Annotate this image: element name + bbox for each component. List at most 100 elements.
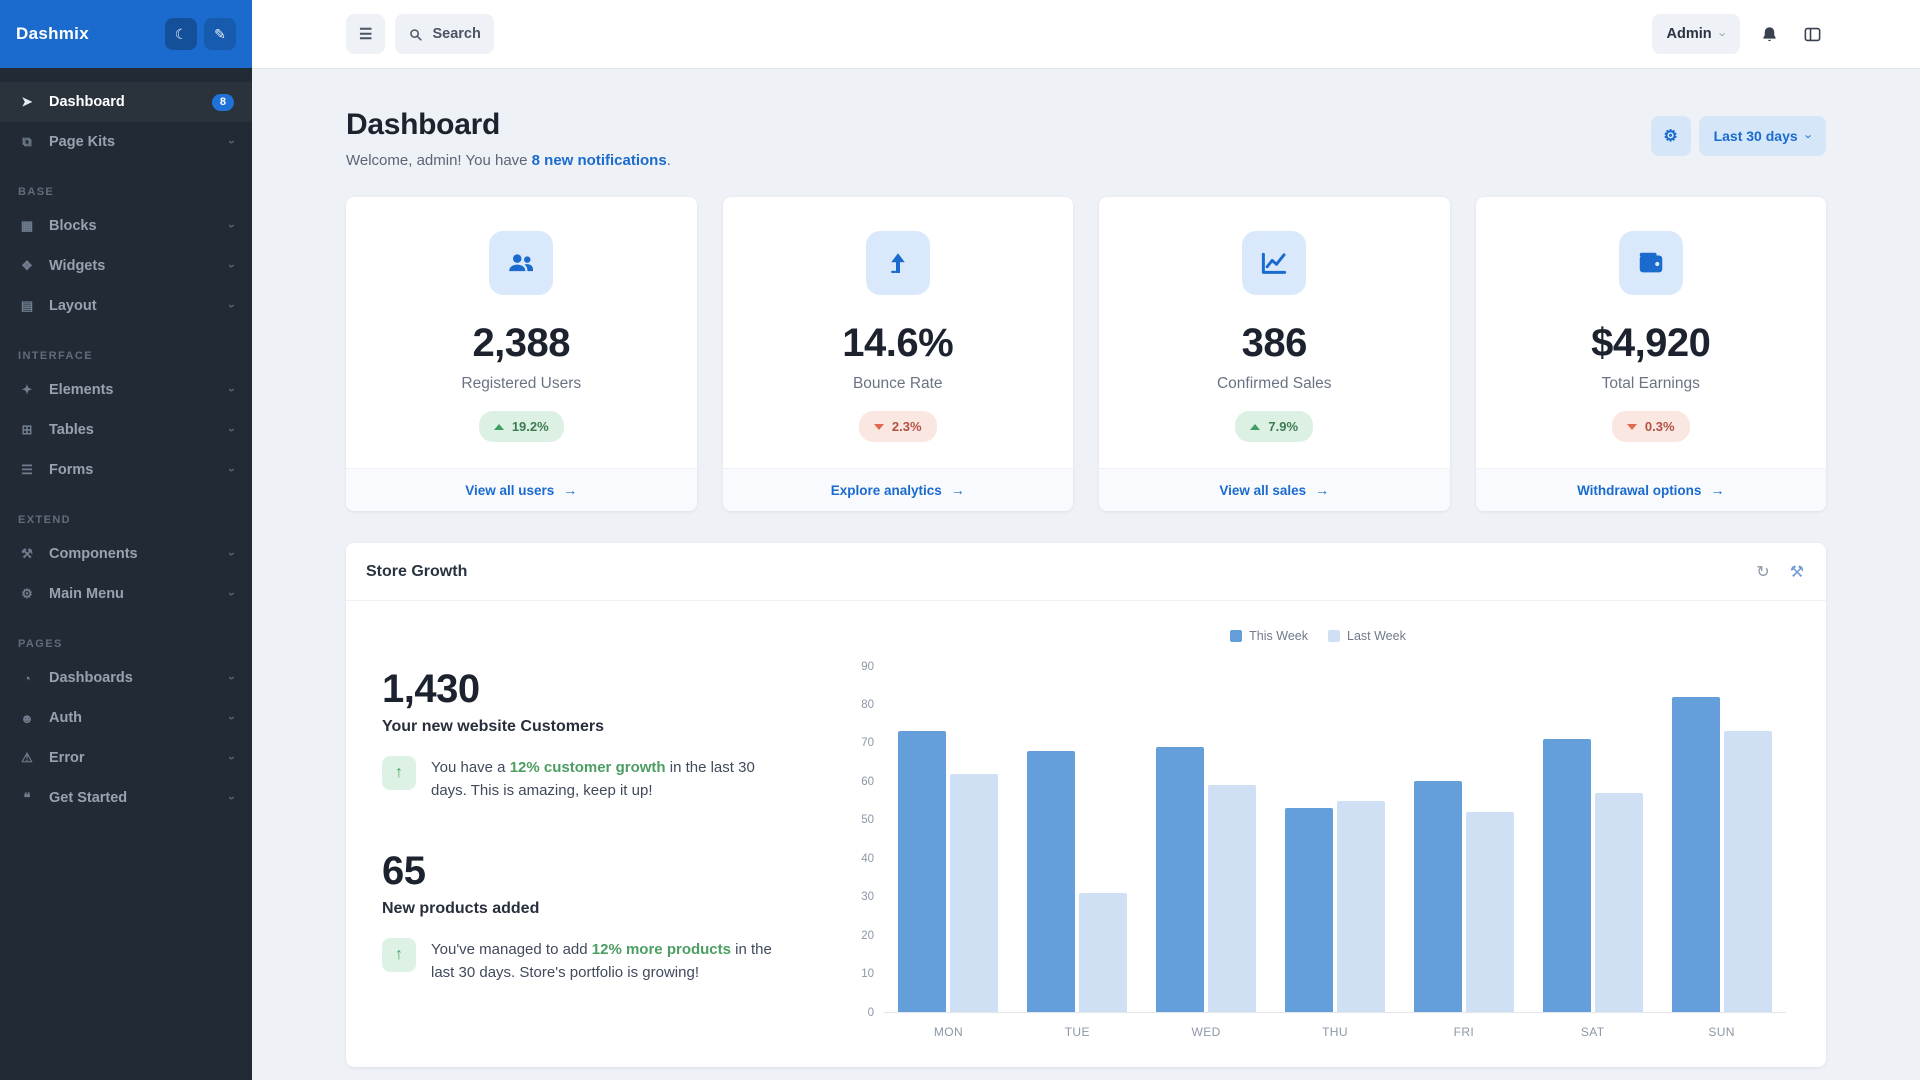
stat-card-body: 2,388 Registered Users 19.2% — [346, 197, 697, 468]
sidebar-item-dashboards[interactable]: ◔ Dashboards › — [0, 658, 252, 698]
sidebar-item-label: Dashboard — [49, 94, 125, 110]
trend-value: 7.9% — [1268, 419, 1298, 434]
list-icon: ☰ — [18, 462, 36, 478]
explore-analytics-link[interactable]: Explore analytics → — [723, 468, 1074, 511]
sidebar-section-extend: EXTEND — [0, 490, 252, 534]
bar-this-week — [1156, 747, 1204, 1012]
y-tick-label: 70 — [861, 738, 874, 750]
stat-value: 2,388 — [366, 321, 677, 366]
store-growth-header: Store Growth ↻ ⚒ — [346, 543, 1826, 601]
sidebar-item-label: Get Started — [49, 790, 127, 806]
brand-logo[interactable]: Dashmix — [16, 24, 89, 44]
legend-item-this-week[interactable]: This Week — [1230, 629, 1308, 643]
sidebar-item-get-started[interactable]: ❝ Get Started › — [0, 778, 252, 818]
sidebar-item-auth[interactable]: ☻ Auth › — [0, 698, 252, 738]
side-panel-icon — [1803, 25, 1822, 44]
sidebar-nav: ➤ Dashboard 8 ⧉ Page Kits › BASE ▦ Block… — [0, 68, 252, 818]
y-tick-label: 40 — [861, 854, 874, 866]
products-value: 65 — [382, 849, 794, 894]
menu-toggle-button[interactable]: ☰ — [346, 14, 385, 54]
sidebar-item-blocks[interactable]: ▦ Blocks › — [0, 206, 252, 246]
y-tick-label: 10 — [861, 969, 874, 981]
copy-icon: ⧉ — [18, 134, 36, 150]
bar-this-week — [898, 731, 946, 1012]
trend-badge: 7.9% — [1235, 411, 1313, 442]
sidebar-item-widgets[interactable]: ❖ Widgets › — [0, 246, 252, 286]
arrow-up-icon: ↑ — [382, 938, 416, 972]
legend-item-last-week[interactable]: Last Week — [1328, 629, 1406, 643]
bar-last-week — [1595, 793, 1643, 1012]
refresh-button[interactable]: ↻ — [1754, 560, 1771, 584]
side-panel-toggle-button[interactable] — [1799, 21, 1826, 48]
legend-swatch — [1328, 630, 1340, 642]
bar-last-week — [1724, 731, 1772, 1012]
sidebar-item-forms[interactable]: ☰ Forms › — [0, 450, 252, 490]
table-icon: ⊞ — [18, 422, 36, 438]
stat-link-label: Withdrawal options — [1577, 483, 1701, 498]
stat-link-label: Explore analytics — [831, 483, 942, 498]
sidebar-item-error[interactable]: ⚠ Error › — [0, 738, 252, 778]
sidebar-item-layout[interactable]: ▤ Layout › — [0, 286, 252, 326]
sidebar-item-tables[interactable]: ⊞ Tables › — [0, 410, 252, 450]
products-block: 65 New products added ↑ You've managed t… — [382, 849, 794, 985]
trend-value: 0.3% — [1645, 419, 1675, 434]
page-header: Dashboard Welcome, admin! You have 8 new… — [346, 108, 1826, 169]
stat-label: Confirmed Sales — [1119, 375, 1430, 393]
new-notifications-link[interactable]: 8 new notifications — [532, 152, 667, 169]
withdrawal-options-link[interactable]: Withdrawal options → — [1476, 468, 1827, 511]
gear-icon: ⚙ — [18, 586, 36, 602]
bar-this-week — [1672, 697, 1720, 1012]
sidebar-item-elements[interactable]: ✦ Elements › — [0, 370, 252, 410]
widgets-icon: ❖ — [18, 258, 36, 274]
gear-icon: ⚙ — [1663, 126, 1677, 146]
sidebar-item-main-menu[interactable]: ⚙ Main Menu › — [0, 574, 252, 614]
stat-link-label: View all users — [465, 483, 554, 498]
search-button[interactable]: Search — [395, 14, 493, 54]
dashboard-settings-button[interactable]: ⚙ — [1651, 116, 1691, 156]
page-subtitle: Welcome, admin! You have 8 new notificat… — [346, 152, 671, 169]
y-tick-label: 90 — [861, 662, 874, 674]
bar-this-week — [1027, 751, 1075, 1012]
sidebar: Dashmix ☾ ✎ ➤ Dashboard 8 ⧉ Page Kits › … — [0, 0, 252, 1080]
view-all-sales-link[interactable]: View all sales → — [1099, 468, 1450, 511]
date-range-button[interactable]: Last 30 days › — [1699, 116, 1826, 156]
sidebar-item-dashboard[interactable]: ➤ Dashboard 8 — [0, 82, 252, 122]
sidebar-item-label: Forms — [49, 462, 93, 478]
bar-group — [1271, 801, 1400, 1012]
stat-card-body: 14.6% Bounce Rate 2.3% — [723, 197, 1074, 468]
sidebar-item-label: Page Kits — [49, 134, 115, 150]
products-note: ↑ You've managed to add 12% more product… — [382, 938, 794, 985]
y-tick-label: 60 — [861, 777, 874, 789]
y-tick-label: 80 — [861, 700, 874, 712]
chevron-down-icon: › — [225, 676, 239, 680]
user-menu-button[interactable]: Admin › — [1652, 14, 1740, 54]
sidebar-item-label: Error — [49, 750, 84, 766]
options-wrench-button[interactable]: ⚒ — [1788, 560, 1806, 584]
sidebar-section-pages: PAGES — [0, 614, 252, 658]
gauge-icon: ◔ — [18, 671, 36, 686]
store-growth-card: Store Growth ↻ ⚒ 1,430 Your new website … — [346, 543, 1826, 1067]
view-all-users-link[interactable]: View all users → — [346, 468, 697, 511]
main-area: ☰ Search Admin › — [252, 0, 1920, 1080]
sidebar-item-components[interactable]: ⚒ Components › — [0, 534, 252, 574]
chevron-down-icon: › — [225, 388, 239, 392]
stat-label: Bounce Rate — [743, 375, 1054, 393]
chevron-down-icon: › — [225, 796, 239, 800]
warning-icon: ⚠ — [18, 750, 36, 766]
moon-icon: ☾ — [175, 26, 188, 43]
refresh-icon: ↻ — [1756, 564, 1769, 581]
legend-swatch — [1230, 630, 1242, 642]
x-tick-label: FRI — [1399, 1025, 1528, 1039]
dark-mode-button[interactable]: ☾ — [165, 18, 197, 50]
stat-value: $4,920 — [1496, 321, 1807, 366]
chevron-down-icon: › — [225, 140, 239, 144]
theme-brush-button[interactable]: ✎ — [204, 18, 236, 50]
chevron-down-icon: › — [225, 428, 239, 432]
x-tick-label: TUE — [1013, 1025, 1142, 1039]
growth-highlight: 12% more products — [592, 941, 731, 958]
bar-chart-plot — [884, 667, 1786, 1013]
sidebar-item-page-kits[interactable]: ⧉ Page Kits › — [0, 122, 252, 162]
stat-card-body: $4,920 Total Earnings 0.3% — [1476, 197, 1827, 468]
notifications-button[interactable] — [1756, 21, 1783, 48]
quote-icon: ❝ — [18, 790, 36, 806]
